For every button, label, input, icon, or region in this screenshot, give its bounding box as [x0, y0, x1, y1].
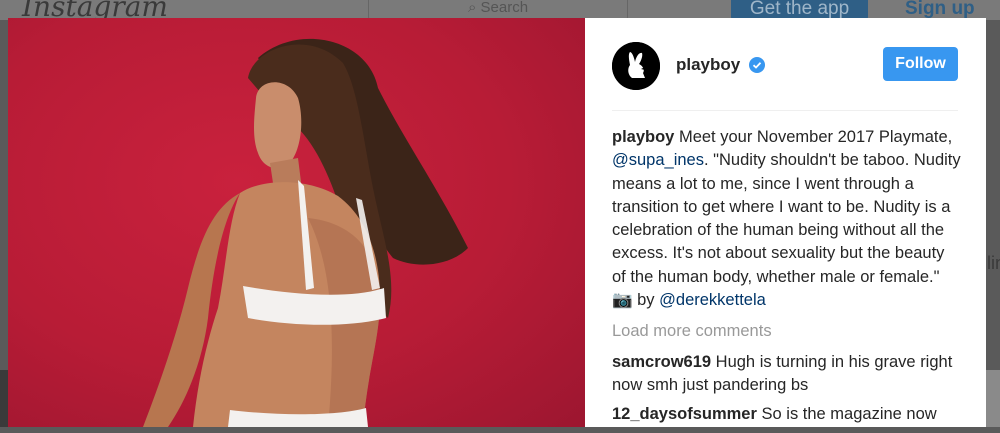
comment-item: 12_daysofsummer So is the magazine now	[612, 403, 962, 426]
camera-icon: 📷	[612, 291, 633, 310]
comment-username[interactable]: 12_daysofsummer	[612, 405, 757, 423]
post-header: playboy Follow	[585, 18, 986, 110]
comment-item: samcrow619 Hugh is turning in his grave …	[612, 351, 962, 398]
caption-text-1: Meet your November 2017 Playmate,	[674, 128, 953, 146]
header-divider	[612, 110, 958, 111]
follow-button[interactable]: Follow	[883, 47, 958, 81]
post-photo[interactable]	[8, 18, 585, 427]
comments-section: playboy Meet your November 2017 Playmate…	[612, 126, 962, 433]
background-left-strip	[0, 370, 8, 427]
playboy-bunny-icon	[612, 42, 660, 90]
comment-text: So is the magazine now	[756, 405, 937, 424]
search-placeholder: Search	[480, 0, 529, 16]
post-modal: playboy Follow playboy Meet your Novembe…	[8, 18, 986, 427]
caption-mention-link[interactable]: @supa_ines	[612, 151, 704, 169]
caption-text-2: . "Nudity shouldn't be taboo. Nudity mea…	[612, 151, 961, 286]
caption-username[interactable]: playboy	[612, 128, 674, 146]
avatar[interactable]	[612, 42, 660, 90]
search-icon: ⌕	[467, 0, 481, 16]
post-side-panel: playboy Follow playboy Meet your Novembe…	[585, 18, 986, 427]
post-caption: playboy Meet your November 2017 Playmate…	[612, 126, 962, 312]
background-side-text: lin	[987, 253, 1000, 273]
verified-badge-icon	[749, 57, 765, 73]
background-right-strip	[986, 370, 1000, 427]
photo-credit-link[interactable]: @derekkettela	[659, 291, 766, 309]
post-username[interactable]: playboy	[676, 55, 740, 75]
caption-text-3: by	[632, 291, 660, 310]
comment-username[interactable]: samcrow619	[612, 353, 711, 371]
get-app-button: Get the app	[731, 0, 868, 20]
background-search-input: ⌕ Search	[368, 0, 628, 20]
post-photo-illustration	[143, 38, 468, 427]
load-more-comments-button[interactable]: Load more comments	[612, 320, 962, 343]
